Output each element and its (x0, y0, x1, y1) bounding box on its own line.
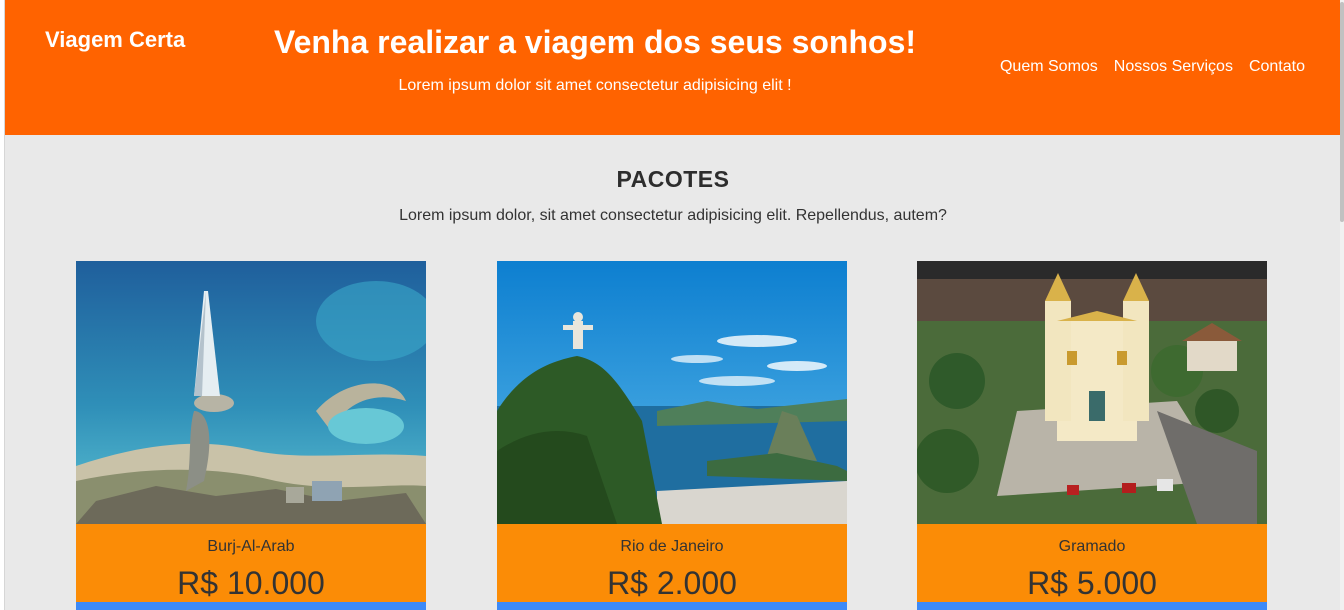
hero-title: Venha realizar a viagem dos seus sonhos! (273, 24, 917, 60)
scrollbar-thumb[interactable] (1340, 2, 1344, 222)
card-accent-bar (76, 602, 426, 610)
package-card-rio-de-janeiro[interactable]: Rio de Janeiro R$ 2.000 (497, 261, 847, 610)
brand-logo[interactable]: Viagem Certa (45, 27, 185, 53)
card-accent-bar (917, 602, 1267, 610)
packages-subtitle: Lorem ipsum dolor, sit amet consectetur … (399, 207, 947, 224)
hero-subtitle: Lorem ipsum dolor sit amet consectetur a… (398, 77, 792, 94)
package-name: Rio de Janeiro (620, 538, 724, 555)
nav-link-contato[interactable]: Contato (1249, 58, 1305, 76)
page: Viagem Certa Venha realizar a viagem dos… (4, 0, 1340, 610)
package-price: R$ 5.000 (1027, 565, 1157, 601)
package-card-gramado[interactable]: Gramado R$ 5.000 (917, 261, 1267, 610)
main-nav: Quem Somos Nossos Serviços Contato (1000, 58, 1305, 76)
package-name: Gramado (1058, 538, 1126, 555)
rio-de-janeiro-photo (497, 261, 847, 524)
package-card-burj-al-arab[interactable]: Burj-Al-Arab R$ 10.000 (76, 261, 426, 610)
nav-link-nossos-servicos[interactable]: Nossos Serviços (1114, 58, 1233, 76)
page-scrollbar[interactable] (1340, 0, 1344, 610)
packages-title: PACOTES (616, 166, 730, 192)
package-price: R$ 10.000 (177, 565, 325, 601)
site-header: Viagem Certa Venha realizar a viagem dos… (5, 0, 1340, 135)
card-accent-bar (497, 602, 847, 610)
nav-link-quem-somos[interactable]: Quem Somos (1000, 58, 1098, 76)
burj-al-arab-photo (76, 261, 426, 524)
gramado-photo (917, 261, 1267, 524)
package-name: Burj-Al-Arab (207, 538, 295, 555)
package-price: R$ 2.000 (607, 565, 737, 601)
